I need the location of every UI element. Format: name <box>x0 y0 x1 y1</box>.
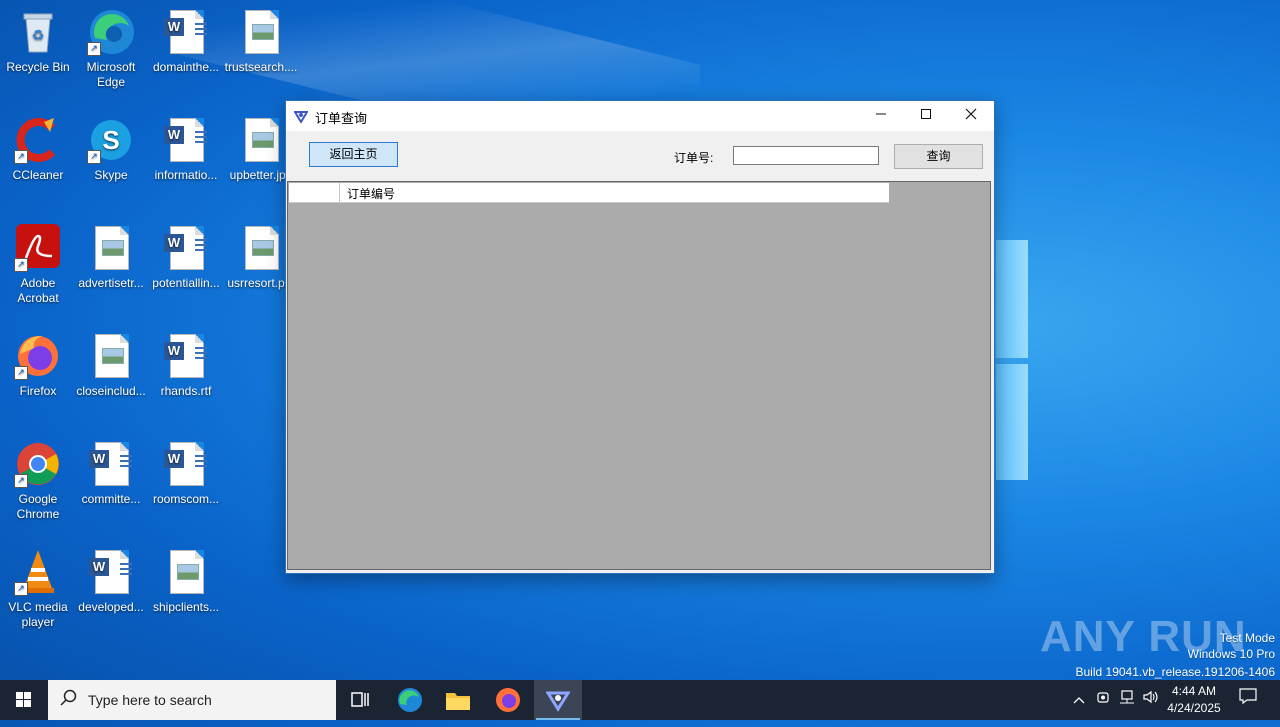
volume-button[interactable] <box>1140 680 1162 720</box>
search-placeholder: Type here to search <box>88 692 212 708</box>
desktop-icon-committe[interactable]: W committe... <box>73 440 149 507</box>
image-file-icon <box>237 224 285 272</box>
network-button[interactable] <box>1116 680 1138 720</box>
image-file-icon <box>237 8 285 56</box>
desktop-icon-potentiallin[interactable]: W potentiallin... <box>148 224 224 291</box>
word-document-icon: W <box>162 8 210 56</box>
taskbar-search-box[interactable]: Type here to search <box>48 680 336 720</box>
skype-icon: S ↗ <box>87 116 135 164</box>
watermark-build: Build 19041.vb_release.191206-1406 <box>1075 665 1276 679</box>
query-button[interactable]: 查询 <box>894 144 983 169</box>
watermark-test-mode: Test Mode <box>1219 631 1275 645</box>
desktop-icon-roomscom[interactable]: W roomscom... <box>148 440 224 507</box>
clock-time: 4:44 AM <box>1171 684 1217 698</box>
desktop-icon-google-chrome[interactable]: ↗ Google Chrome <box>0 440 76 522</box>
app-icon <box>545 691 571 712</box>
order-number-input[interactable] <box>733 146 879 165</box>
task-view-icon <box>351 692 369 707</box>
app-icon <box>293 109 309 126</box>
order-grid[interactable]: 订单编号 <box>287 181 991 570</box>
clock-date: 4/24/2025 <box>1167 701 1221 715</box>
tray-device-icon-button[interactable] <box>1092 680 1114 720</box>
taskbar-order-query-app[interactable] <box>534 680 582 720</box>
svg-text:♻: ♻ <box>32 27 45 43</box>
desktop-icon-domainthe[interactable]: W domainthe... <box>148 8 224 75</box>
word-document-icon: W <box>162 116 210 164</box>
image-file-icon <box>87 224 135 272</box>
close-button[interactable] <box>948 101 993 131</box>
vlc-icon: ↗ <box>14 548 62 596</box>
svg-text:S: S <box>102 125 119 155</box>
start-button[interactable] <box>0 680 48 720</box>
desktop-icon-ccleaner[interactable]: ↗ CCleaner <box>0 116 76 183</box>
word-document-icon: W <box>162 332 210 380</box>
desktop-icon-closeinclud[interactable]: closeinclud... <box>73 332 149 399</box>
firefox-icon <box>496 688 520 712</box>
recycle-bin-icon: ♻ <box>14 8 62 56</box>
notifications-button[interactable] <box>1234 680 1262 720</box>
maximize-button[interactable] <box>903 101 948 131</box>
maximize-icon <box>920 109 931 119</box>
desktop-icon-developed[interactable]: W developed... <box>73 548 149 615</box>
desktop-icon-trustsearch[interactable]: trustsearch.... <box>223 8 299 75</box>
desktop-icon-firefox[interactable]: ↗ Firefox <box>0 332 76 399</box>
edge-icon: ↗ <box>87 8 135 56</box>
windows-logo-wallpaper <box>996 240 1028 480</box>
taskbar-clock[interactable]: 4:44 AM 4/24/2025 <box>1160 683 1228 717</box>
search-icon <box>60 689 78 712</box>
order-query-window: 订单查询 返回主页 订单号: 查询 订单编号 <box>285 100 995 574</box>
watermark-windows-edition: Windows 10 Pro <box>1187 647 1275 661</box>
desktop-icon-vlc[interactable]: ↗ VLC media player <box>0 548 76 630</box>
minimize-button[interactable] <box>858 101 903 131</box>
window-titlebar[interactable]: 订单查询 <box>286 101 994 131</box>
window-title: 订单查询 <box>315 111 368 126</box>
desktop-icon-rhands[interactable]: W rhands.rtf <box>148 332 224 399</box>
desktop-icon-recycle-bin[interactable]: ♻ Recycle Bin <box>0 8 76 75</box>
desktop-icon-informatio[interactable]: W informatio... <box>148 116 224 183</box>
minimize-icon <box>875 113 886 115</box>
image-file-icon <box>162 548 210 596</box>
edge-icon <box>398 688 422 712</box>
word-document-icon: W <box>87 548 135 596</box>
windows-start-icon <box>16 692 31 707</box>
desktop-icon-adobe-acrobat[interactable]: ↗ Adobe Acrobat <box>0 224 76 306</box>
query-toolbar: 返回主页 订单号: 查询 <box>286 131 994 181</box>
grid-header: 订单编号 <box>289 183 889 203</box>
show-hidden-icons-button[interactable] <box>1068 680 1090 720</box>
folder-icon <box>446 693 470 710</box>
word-document-icon: W <box>87 440 135 488</box>
desktop-icon-shipclients[interactable]: shipclients... <box>148 548 224 615</box>
word-document-icon: W <box>162 224 210 272</box>
return-home-button[interactable]: 返回主页 <box>309 142 398 167</box>
network-icon <box>1120 690 1134 704</box>
acrobat-icon: ↗ <box>14 224 62 272</box>
chrome-icon: ↗ <box>14 440 62 488</box>
firefox-icon: ↗ <box>14 332 62 380</box>
image-file-icon <box>87 332 135 380</box>
speaker-icon <box>1143 690 1158 704</box>
image-file-icon <box>237 116 285 164</box>
desktop-icon-skype[interactable]: S ↗ Skype <box>73 116 149 183</box>
taskbar-firefox[interactable] <box>484 680 532 720</box>
ccleaner-icon: ↗ <box>14 116 62 164</box>
taskbar-edge[interactable] <box>386 680 434 720</box>
close-icon <box>965 108 976 120</box>
desktop-icon-edge[interactable]: ↗ Microsoft Edge <box>73 8 149 90</box>
task-view-button[interactable] <box>336 680 384 720</box>
taskbar: Type here to search 4:44 AM 4/24/2025 <box>0 680 1280 720</box>
word-document-icon: W <box>162 440 210 488</box>
chevron-up-icon <box>1073 697 1085 704</box>
device-icon <box>1097 692 1109 703</box>
desktop-icon-advertisetr[interactable]: advertisetr... <box>73 224 149 291</box>
taskbar-file-explorer[interactable] <box>434 680 482 720</box>
notification-icon <box>1239 688 1257 705</box>
row-header-corner[interactable] <box>289 183 340 202</box>
order-number-label: 订单号: <box>674 151 714 165</box>
column-header-order-id[interactable]: 订单编号 <box>347 185 395 202</box>
